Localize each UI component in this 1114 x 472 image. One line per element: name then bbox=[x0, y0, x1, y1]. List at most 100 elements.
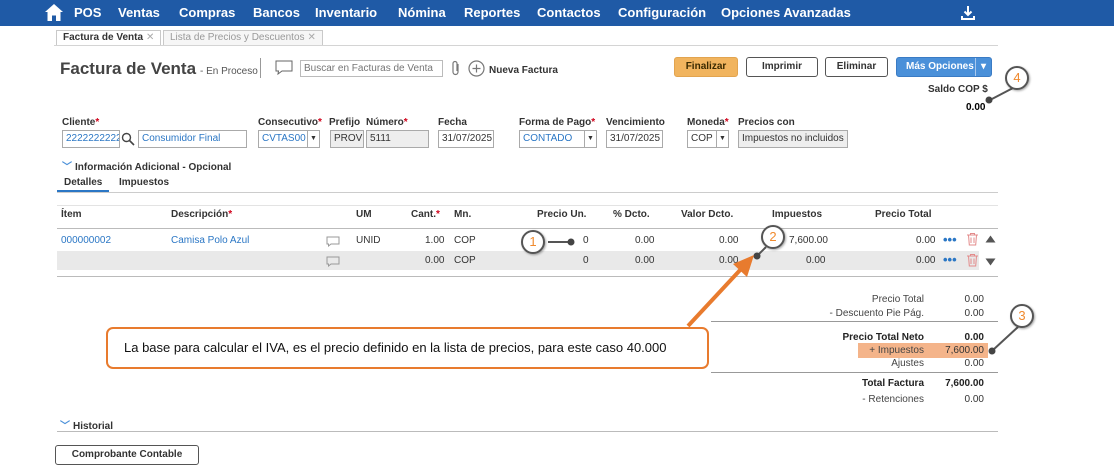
row1-um: UNID bbox=[356, 235, 381, 246]
eliminar-button[interactable]: Eliminar bbox=[825, 57, 888, 77]
trash-icon[interactable] bbox=[966, 253, 979, 267]
fecha-field[interactable]: 31/07/2025 bbox=[438, 130, 494, 148]
chevron-down-icon[interactable]: ▼ bbox=[584, 131, 596, 147]
descuento-value: 0.00 bbox=[964, 308, 984, 319]
ajustes-label: Ajustes bbox=[891, 358, 924, 369]
cliente-name-field[interactable]: Consumidor Final bbox=[138, 130, 247, 148]
nav-nomina[interactable]: Nómina bbox=[398, 5, 446, 20]
consecutivo-select[interactable]: CVTAS00 ▼ bbox=[258, 130, 320, 148]
col-pct-dcto: % Dcto. bbox=[613, 209, 650, 220]
mas-opciones-button[interactable]: Más Opciones ▾ bbox=[896, 57, 992, 77]
nav-configuracion[interactable]: Configuración bbox=[618, 5, 706, 20]
col-impuestos: Impuestos bbox=[772, 209, 823, 220]
nav-compras[interactable]: Compras bbox=[179, 5, 235, 20]
row1-precio-total: 0.00 bbox=[916, 235, 936, 246]
chevron-down-icon[interactable]: ▾ bbox=[975, 58, 991, 76]
subtab-detalles[interactable]: Detalles bbox=[64, 177, 102, 188]
forma-pago-select[interactable]: CONTADO ▼ bbox=[519, 130, 597, 148]
row1-cant[interactable]: 1.00 bbox=[425, 235, 444, 246]
vencimiento-field[interactable]: 31/07/2025 bbox=[606, 130, 663, 148]
moneda-select[interactable]: COP ▼ bbox=[687, 130, 729, 148]
col-precio-un: Precio Un. bbox=[537, 209, 587, 220]
table-bottom-line bbox=[57, 276, 998, 277]
precios-con-label: Precios con bbox=[738, 117, 795, 128]
chevron-down-icon: ﹀ bbox=[62, 162, 72, 173]
tab-label: Factura de Venta bbox=[63, 32, 144, 43]
precios-con-field: Impuestos no incluidos bbox=[738, 130, 848, 148]
tab-factura-de-venta[interactable]: Factura de Venta ✕ bbox=[56, 30, 162, 45]
neto-label: Precio Total Neto bbox=[842, 332, 925, 343]
col-descripcion: Descripción* bbox=[171, 209, 233, 220]
annotation-badge-1: 1 bbox=[521, 230, 545, 254]
row1-descripcion[interactable]: Camisa Polo Azul bbox=[171, 235, 249, 246]
paperclip-icon[interactable] bbox=[450, 60, 462, 77]
saldo-value: 0.00 bbox=[966, 102, 986, 113]
row1-precio-un[interactable]: 0 bbox=[583, 235, 589, 246]
total-factura-label: Total Factura bbox=[861, 378, 924, 389]
row2-valor-dcto[interactable]: 0.00 bbox=[719, 255, 738, 266]
nav-bancos[interactable]: Bancos bbox=[253, 5, 300, 20]
row1-pct-dcto[interactable]: 0.00 bbox=[635, 235, 654, 246]
row2-impuestos: 0.00 bbox=[806, 255, 826, 266]
comment-icon[interactable] bbox=[275, 60, 293, 75]
comment-icon[interactable] bbox=[326, 256, 340, 267]
table-top-line bbox=[57, 205, 998, 206]
close-icon[interactable]: ✕ bbox=[146, 32, 154, 43]
row2-precio-total: 0.00 bbox=[916, 255, 936, 266]
col-mn: Mn. bbox=[454, 209, 472, 220]
row2-mn: COP bbox=[454, 255, 476, 266]
row2-precio-un[interactable]: 0 bbox=[583, 255, 589, 266]
total-factura-value: 7,600.00 bbox=[945, 378, 984, 389]
imprimir-button[interactable]: Imprimir bbox=[746, 57, 818, 77]
finalizar-button[interactable]: Finalizar bbox=[674, 57, 738, 77]
tab-label: Lista de Precios y Descuentos bbox=[170, 32, 305, 43]
comment-icon[interactable] bbox=[326, 236, 340, 247]
search-input[interactable] bbox=[300, 60, 443, 77]
impuestos-total-value: 7,600.00 bbox=[945, 345, 984, 356]
nav-inventario[interactable]: Inventario bbox=[315, 5, 377, 20]
col-valor-dcto: Valor Dcto. bbox=[681, 209, 734, 220]
row2-pct-dcto[interactable]: 0.00 bbox=[635, 255, 654, 266]
saldo-label: Saldo COP $ bbox=[928, 84, 988, 95]
historial-toggle[interactable]: ﹀ Historial bbox=[60, 417, 113, 432]
header-divider bbox=[260, 58, 261, 78]
chevron-down-icon[interactable]: ▼ bbox=[307, 131, 319, 147]
nav-opciones-avanzadas[interactable]: Opciones Avanzadas bbox=[721, 5, 851, 20]
precio-total-value: 0.00 bbox=[964, 294, 984, 305]
move-down-icon[interactable] bbox=[985, 258, 996, 266]
col-precio-total: Precio Total bbox=[875, 209, 932, 220]
close-icon[interactable]: ✕ bbox=[308, 32, 316, 43]
new-invoice-link[interactable]: Nueva Factura bbox=[489, 65, 558, 76]
comprobante-contable-button[interactable]: Comprobante Contable bbox=[55, 445, 199, 465]
cliente-label: Cliente* bbox=[62, 117, 100, 128]
annotation-callout: La base para calcular el IVA, es el prec… bbox=[106, 327, 709, 369]
impuestos-total-label: + Impuestos bbox=[869, 345, 924, 356]
annotation-badge-2: 2 bbox=[761, 225, 785, 249]
more-options-icon[interactable]: ••• bbox=[943, 232, 957, 247]
download-icon[interactable] bbox=[960, 5, 976, 21]
retenciones-label: - Retenciones bbox=[862, 394, 924, 405]
info-adicional-toggle[interactable]: ﹀ Información Adicional - Opcional bbox=[62, 158, 231, 173]
nav-reportes[interactable]: Reportes bbox=[464, 5, 520, 20]
search-icon[interactable] bbox=[121, 132, 135, 146]
chevron-down-icon[interactable]: ▼ bbox=[716, 131, 728, 147]
home-icon[interactable] bbox=[44, 3, 64, 22]
row1-item[interactable]: 000000002 bbox=[61, 235, 111, 246]
totals-divider bbox=[711, 372, 998, 373]
nav-ventas[interactable]: Ventas bbox=[118, 5, 160, 20]
trash-icon[interactable] bbox=[966, 232, 979, 246]
row2-cant[interactable]: 0.00 bbox=[425, 255, 444, 266]
descuento-label: - Descuento Pie Pág. bbox=[829, 308, 925, 319]
neto-value: 0.00 bbox=[964, 332, 984, 343]
nav-contactos[interactable]: Contactos bbox=[537, 5, 601, 20]
add-circle-icon[interactable] bbox=[468, 60, 485, 77]
cliente-id-field[interactable]: 222222222222 bbox=[62, 130, 120, 148]
move-up-icon[interactable] bbox=[985, 235, 996, 243]
precio-total-label: Precio Total bbox=[871, 294, 924, 305]
nav-pos[interactable]: POS bbox=[74, 5, 101, 20]
subtab-impuestos[interactable]: Impuestos bbox=[119, 177, 169, 188]
more-options-icon[interactable]: ••• bbox=[943, 252, 957, 267]
row1-valor-dcto[interactable]: 0.00 bbox=[719, 235, 738, 246]
row1-impuestos: 7,600.00 bbox=[789, 235, 828, 246]
tab-lista-de-precios[interactable]: Lista de Precios y Descuentos ✕ bbox=[163, 30, 323, 45]
